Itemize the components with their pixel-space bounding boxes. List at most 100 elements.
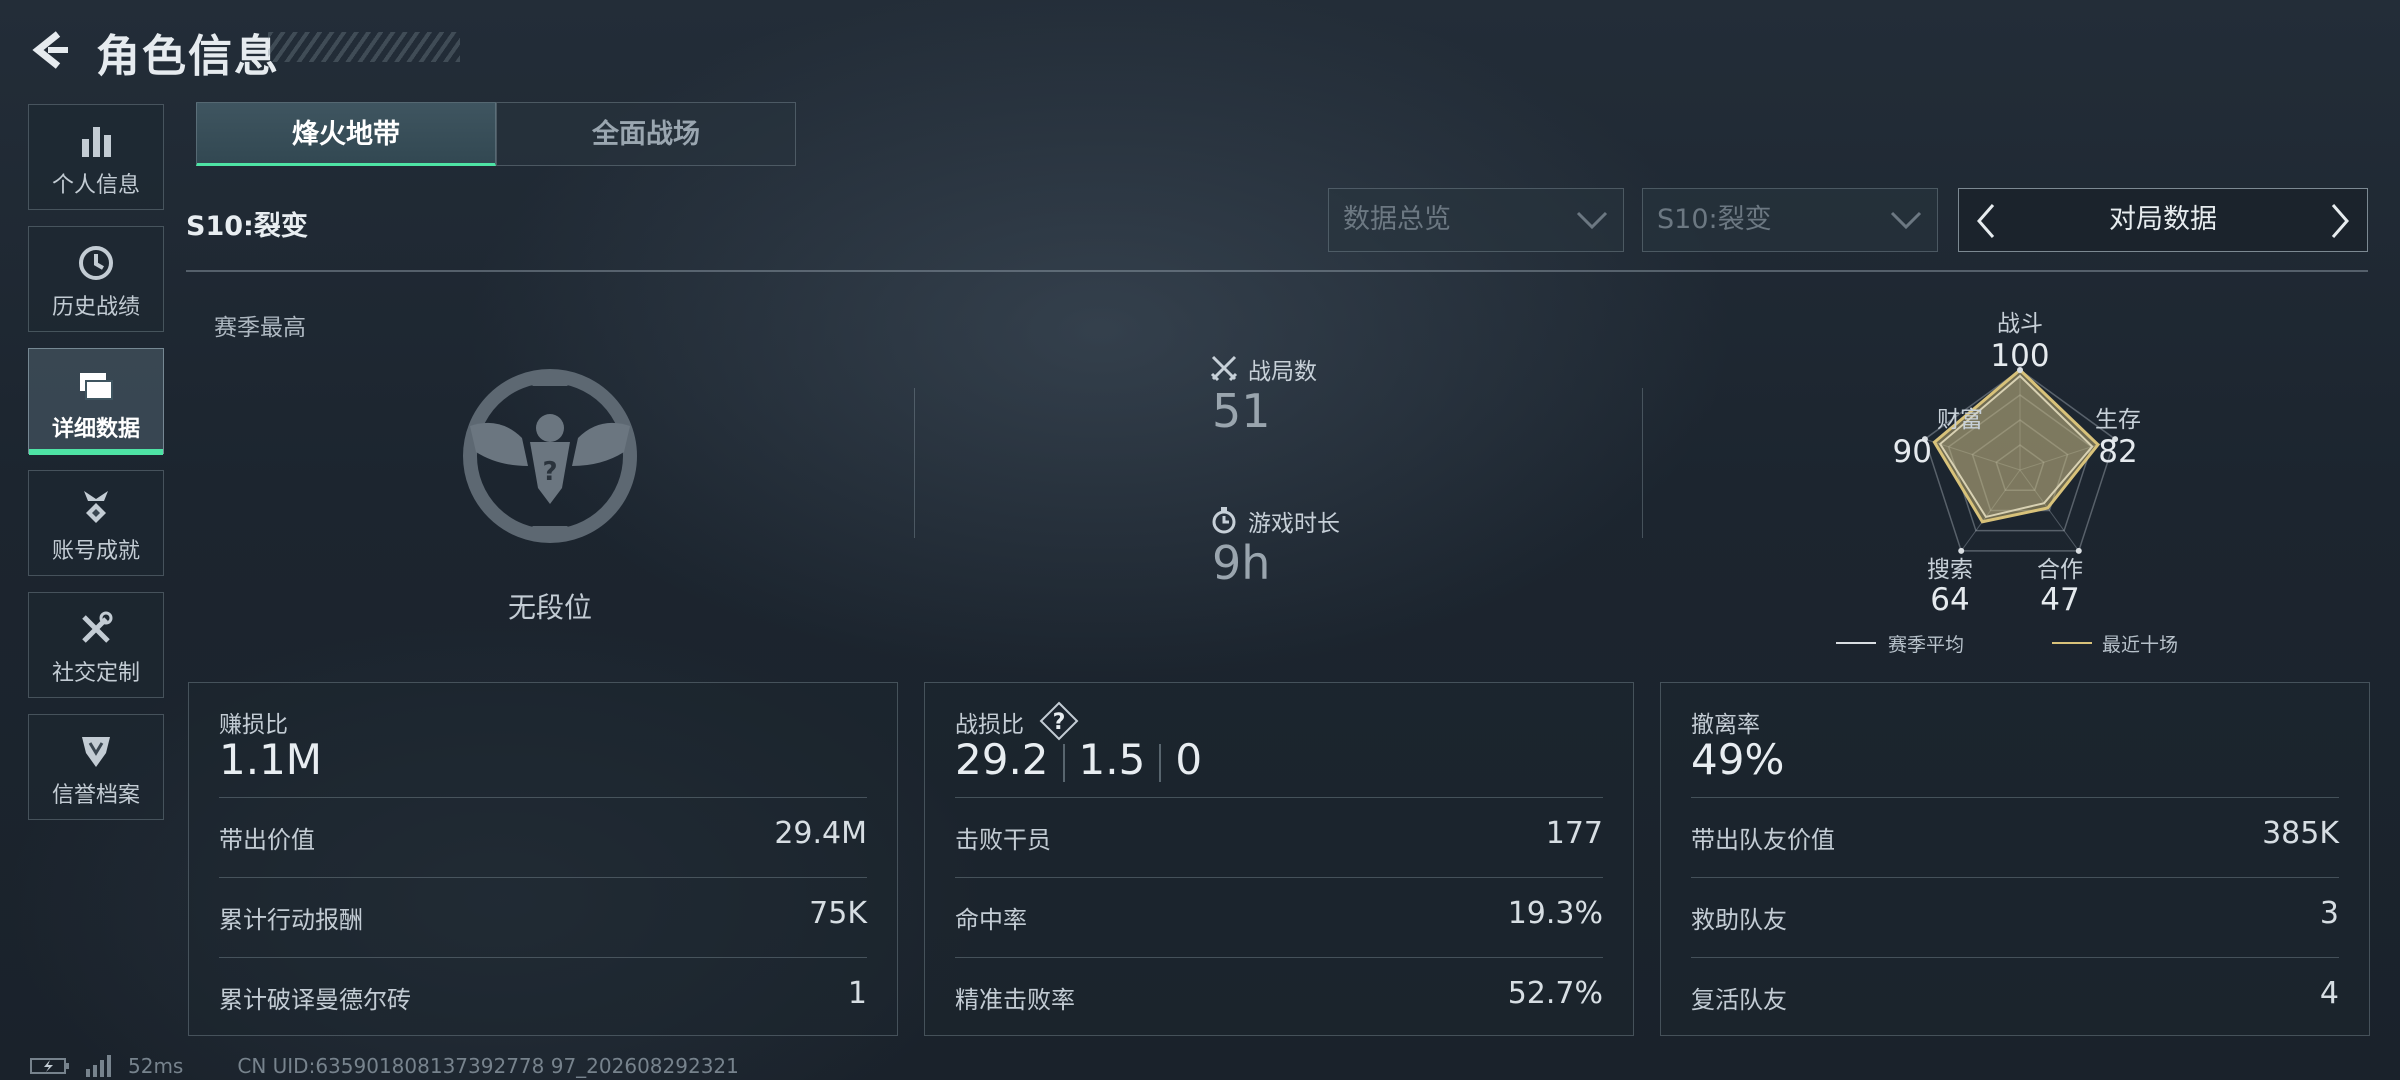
ping-value: 52ms [128,1054,184,1078]
legend-season-average-swatch [1836,642,1876,644]
back-arrow-icon[interactable] [28,28,72,72]
sidebar-item-label: 账号成就 [51,539,140,564]
radar-label-wealth: 财富 [1937,407,1983,433]
sidebar-item-reputation[interactable]: 信誉档案 [28,714,164,820]
radar-value-survival: 82 [2098,434,2138,470]
divider [1642,388,1643,538]
row-label: 击败干员 [955,826,1051,854]
row-label: 救助队友 [1691,906,1787,934]
row-label: 带出价值 [219,826,315,854]
match-data-pager: 对局数据 [1958,188,2368,252]
sidebar-item-social[interactable]: 社交定制 [28,592,164,698]
card-main-value: 49% [1691,735,1785,784]
card-title: 赚损比 [219,712,288,738]
row-label: 累计破译曼德尔砖 [219,986,411,1014]
medal-icon [84,491,108,523]
chevron-right-icon[interactable] [2319,201,2359,241]
radar-value-wealth: 90 [1892,434,1932,470]
row-value: 385K [2262,816,2339,851]
tab-full-battlefield[interactable]: 全面战场 [496,102,796,166]
stat-row: 累计行动报酬 75K [219,877,867,958]
season-title: S10:裂变 [186,211,308,242]
status-bar: 52ms CN UID:635901808137392778 97_202608… [30,1054,739,1078]
radar-label-search: 搜索 [1927,557,1973,583]
signal-icon [86,1055,111,1077]
shield-badge-icon [82,737,110,767]
rank-emblem-icon: ? [463,369,637,543]
kd-ratio-card: 战损比 ? 29.2 1.5 0 击败干员 177 命中率 19.3% 精准击败率 … [924,682,1634,1036]
row-value: 1 [847,976,867,1011]
stopwatch-icon [1212,507,1236,534]
row-label: 精准击败率 [955,986,1075,1014]
chevron-down-icon [1576,211,1608,230]
separator [1159,743,1162,782]
svg-text:?: ? [542,457,557,487]
row-label: 复活队友 [1691,986,1787,1014]
sidebar: 个人信息 历史战绩 详细数据 账号成就 社交定制 信誉档案 [28,104,166,836]
history-icon [79,246,113,280]
pager-label: 对局数据 [2109,204,2217,235]
matches-label: 战局数 [1248,359,1317,385]
profit-ratio-card: 赚损比 1.1M 带出价值 29.4M 累计行动报酬 75K 累计破译曼德尔砖 … [188,682,898,1036]
overview-dropdown-value: 数据总览 [1343,204,1451,235]
season-dropdown[interactable]: S10:裂变 [1642,188,1938,252]
season-dropdown-value: S10:裂变 [1657,204,1772,235]
card-title: 战损比 [955,712,1024,738]
row-value: 19.3% [1507,896,1603,931]
legend-recent-ten: 最近十场 [2102,634,2179,656]
radar-label-survival: 生存 [2095,407,2141,433]
radar-recent-ten-area [1932,367,2101,524]
stat-row: 击败干员 177 [955,797,1603,878]
chevron-left-icon[interactable] [1967,201,2007,241]
tab-warzone[interactable]: 烽火地带 [196,102,496,166]
row-value: 3 [2319,896,2339,931]
folder-icon [80,373,113,400]
extraction-rate-card: 撤离率 49% 带出队友价值 385K 救助队友 3 复活队友 4 [1660,682,2370,1036]
kd-value-3: 0 [1175,735,1203,784]
battery-icon [30,1058,69,1074]
sidebar-item-label: 社交定制 [51,661,140,686]
rank-label: 无段位 [507,591,592,624]
sidebar-item-label: 历史战绩 [51,295,140,320]
divider [186,270,2368,272]
bar-chart-icon [82,127,111,157]
row-value: 177 [1545,816,1603,851]
row-value: 75K [809,896,867,931]
sidebar-item-personal-info[interactable]: 个人信息 [28,104,164,210]
title-decoration [268,32,460,62]
divider [914,388,915,538]
legend-season-average: 赛季平均 [1888,634,1965,656]
sidebar-item-history[interactable]: 历史战绩 [28,226,164,332]
stat-row: 带出价值 29.4M [219,797,867,878]
sidebar-item-label: 个人信息 [51,173,140,198]
card-title: 撤离率 [1691,712,1760,738]
row-value: 29.4M [774,816,867,851]
card-main-value: 29.2 1.5 0 [955,735,1202,784]
sidebar-item-achievements[interactable]: 账号成就 [28,470,164,576]
radar-value-combat: 100 [1990,338,2050,374]
overview-dropdown[interactable]: 数据总览 [1328,188,1624,252]
matches-value: 51 [1212,384,1271,438]
sidebar-item-label: 信誉档案 [51,783,140,808]
stat-row: 累计破译曼德尔砖 1 [219,957,867,1038]
tools-icon [82,611,113,643]
stat-row: 带出队友价值 385K [1691,797,2339,878]
crossed-swords-icon [1210,355,1238,382]
row-label: 命中率 [955,906,1027,934]
sidebar-item-label: 详细数据 [51,417,140,442]
row-value: 52.7% [1507,976,1603,1011]
season-best-label: 赛季最高 [214,315,306,341]
kd-value-2: 1.5 [1078,735,1146,784]
radar-label-cooperation: 合作 [2037,557,2083,583]
stat-row: 救助队友 3 [1691,877,2339,958]
playtime-value: 9h [1212,536,1271,590]
uid-text: CN UID:635901808137392778 97_20260829232… [237,1054,739,1078]
stat-row: 精准击败率 52.7% [955,957,1603,1038]
separator [1062,743,1065,782]
row-value: 4 [2319,976,2339,1011]
sidebar-item-detailed-data[interactable]: 详细数据 [28,348,164,455]
stat-row: 复活队友 4 [1691,957,2339,1038]
stat-row: 命中率 19.3% [955,877,1603,958]
radar-chart [1921,367,2119,554]
radar-value-cooperation: 47 [2040,582,2080,618]
